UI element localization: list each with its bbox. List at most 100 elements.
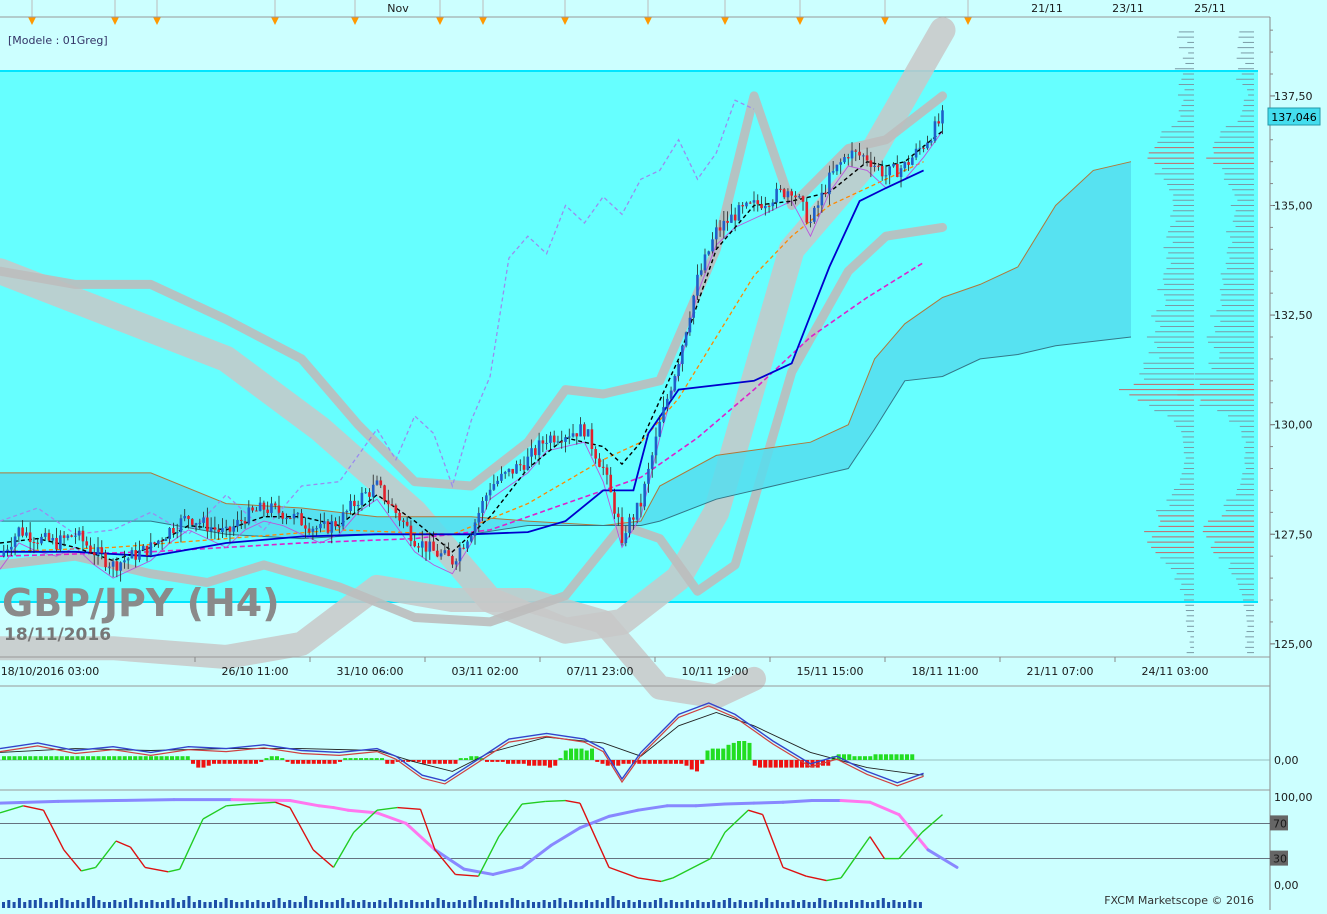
macd-histogram-bar bbox=[59, 756, 64, 760]
macd-histogram-bar bbox=[33, 756, 38, 760]
volume-bar bbox=[749, 902, 753, 908]
candle-body bbox=[153, 542, 156, 544]
macd-histogram-bar bbox=[70, 756, 75, 760]
candle-body bbox=[760, 204, 763, 209]
macd-histogram-bar bbox=[385, 760, 390, 764]
volume-bar bbox=[850, 900, 853, 908]
candle-body bbox=[89, 545, 92, 553]
volume-bar bbox=[728, 898, 732, 908]
macd-histogram-bar bbox=[464, 758, 468, 760]
volume-bar bbox=[240, 902, 244, 908]
volume-bar bbox=[373, 902, 376, 908]
candle-body bbox=[6, 549, 9, 552]
volume-bar bbox=[256, 900, 260, 908]
macd-histogram-bar bbox=[658, 760, 663, 764]
volume-bar bbox=[60, 898, 64, 908]
candle-body bbox=[797, 196, 801, 198]
candle-body bbox=[145, 545, 149, 556]
candle-body bbox=[911, 157, 914, 165]
candle-body bbox=[907, 162, 910, 165]
candle-body bbox=[266, 509, 269, 513]
volume-bar bbox=[648, 902, 652, 908]
macd-histogram-bar bbox=[374, 758, 379, 760]
candle-body bbox=[669, 390, 673, 399]
macd-histogram-bar bbox=[185, 756, 190, 760]
candle-body bbox=[718, 227, 722, 231]
candle-body bbox=[213, 527, 217, 530]
candle-body bbox=[635, 502, 639, 520]
macd-histogram-bar bbox=[422, 760, 426, 764]
candle-body bbox=[123, 560, 126, 563]
macd-histogram-bar bbox=[280, 758, 285, 760]
candle-body bbox=[100, 547, 104, 554]
candle-body bbox=[17, 527, 21, 537]
volume-bar bbox=[293, 902, 297, 908]
candle-body bbox=[933, 121, 937, 141]
candle-body bbox=[55, 537, 58, 550]
candle-body bbox=[534, 448, 537, 456]
volume-bar bbox=[23, 902, 27, 908]
volume-bar bbox=[881, 898, 885, 908]
volume-bar bbox=[537, 902, 541, 908]
volume-bar bbox=[834, 900, 838, 908]
candle-body bbox=[703, 254, 707, 271]
volume-bar bbox=[7, 900, 11, 908]
volume-bar bbox=[28, 900, 32, 908]
volume-bar bbox=[235, 902, 239, 908]
macd-histogram-bar bbox=[663, 760, 668, 764]
candle-body bbox=[613, 492, 616, 514]
stoch-slow-segment bbox=[839, 799, 872, 804]
macd-histogram-bar bbox=[600, 760, 605, 764]
candle-body bbox=[854, 150, 858, 152]
volume-bar bbox=[463, 902, 467, 908]
candle-body bbox=[288, 517, 292, 519]
macd-histogram-bar bbox=[653, 760, 657, 764]
volume-bar bbox=[346, 902, 350, 908]
date-tick-label: 31/10 06:00 bbox=[337, 665, 404, 678]
macd-histogram-bar bbox=[117, 756, 122, 760]
macd-histogram-bar bbox=[128, 756, 132, 760]
candle-body bbox=[650, 455, 654, 469]
candle-body bbox=[236, 519, 239, 527]
date-tick-label: 21/11 07:00 bbox=[1027, 665, 1094, 678]
macd-histogram-bar bbox=[159, 756, 164, 760]
volume-bar bbox=[521, 902, 525, 908]
volume-bar bbox=[367, 902, 371, 908]
candle-body bbox=[111, 561, 115, 567]
candle-body bbox=[748, 202, 752, 204]
volume-bar bbox=[134, 902, 138, 908]
candle-body bbox=[2, 551, 6, 557]
candle-body bbox=[503, 472, 507, 474]
volume-bar bbox=[102, 902, 106, 908]
volume-bar bbox=[669, 900, 673, 908]
date-tick-label: 15/11 15:00 bbox=[797, 665, 864, 678]
candle-body bbox=[511, 468, 515, 474]
candle-body bbox=[262, 502, 266, 510]
volume-bar bbox=[457, 900, 461, 908]
volume-bar bbox=[97, 900, 101, 908]
candle-body bbox=[243, 521, 247, 524]
macd-histogram-bar bbox=[710, 748, 715, 760]
candle-body bbox=[937, 121, 941, 124]
stoch-slow-segment bbox=[230, 798, 292, 803]
candle-body bbox=[292, 513, 296, 519]
macd-histogram-bar bbox=[290, 760, 295, 764]
volume-bar bbox=[696, 900, 700, 908]
candle-body bbox=[665, 398, 669, 408]
candle-body bbox=[108, 566, 111, 568]
stoch-axis-label: 0,00 bbox=[1274, 879, 1299, 892]
candle-body bbox=[356, 504, 360, 507]
candle-body bbox=[194, 523, 198, 525]
candle-body bbox=[820, 192, 824, 206]
candle-body bbox=[918, 147, 922, 149]
candle-body bbox=[564, 437, 567, 442]
candle-body bbox=[70, 535, 73, 537]
volume-bar bbox=[192, 902, 196, 908]
candle-body bbox=[500, 473, 503, 481]
candle-body bbox=[590, 429, 594, 450]
macd-histogram-bar bbox=[206, 760, 211, 766]
macd-histogram-bar bbox=[548, 760, 552, 768]
candle-body bbox=[639, 502, 643, 507]
macd-histogram-bar bbox=[563, 750, 568, 760]
volume-bar bbox=[86, 898, 90, 908]
